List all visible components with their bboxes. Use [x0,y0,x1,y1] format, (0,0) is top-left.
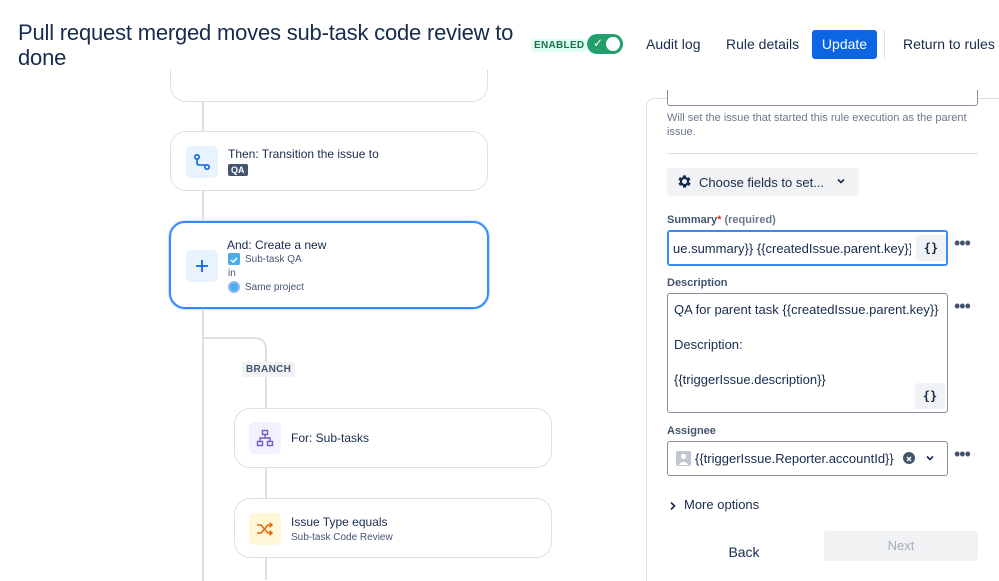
transition-step-card[interactable]: Then: Transition the issue to QA [170,131,488,191]
parent-help-text: Will set the issue that started this rul… [667,112,967,138]
parent-issue-field[interactable] [667,90,978,106]
connector-line [202,102,204,131]
summary-value: ue.summary}} {{createdIssue.parent.key}} [673,241,911,256]
in-text: in [228,268,236,279]
chevron-right-icon [668,499,678,517]
smart-value-button[interactable]: {} [915,383,945,409]
update-button[interactable]: Update [812,30,877,59]
shuffle-icon [249,513,281,545]
description-line: {{triggerIssue.description}} [674,372,826,387]
choose-fields-label: Choose fields to set... [699,175,825,190]
summary-more-actions[interactable]: ••• [954,234,971,252]
condition-value: Sub-task Code Review [291,532,393,543]
enabled-label: ENABLED [531,39,588,52]
chevron-down-icon[interactable] [924,451,936,470]
user-avatar-icon [676,451,691,466]
hierarchy-icon [249,422,281,454]
required-star: * [717,214,722,226]
branch-label: BRANCH [242,362,296,377]
project-avatar-icon [228,281,240,293]
plus-icon [186,250,218,282]
page-title: Pull request merged moves sub-task code … [18,20,514,70]
transition-step-title: Then: Transition the issue to [228,147,379,161]
description-line: Description: [674,337,743,352]
rule-details-button[interactable]: Rule details [726,36,799,52]
summary-label: Summary* (required) [667,214,776,226]
description-line: QA for parent task {{createdIssue.parent… [674,302,939,317]
clear-icon[interactable] [903,452,915,464]
previous-step-card[interactable] [170,70,488,102]
subtask-type-icon [228,253,240,265]
condition-step-card[interactable]: Issue Type equals Sub-task Code Review [234,498,552,558]
back-button[interactable]: Back [712,538,776,566]
summary-input[interactable]: ue.summary}} {{createdIssue.parent.key}}… [667,230,948,266]
audit-log-button[interactable]: Audit log [646,36,700,52]
create-step-title: And: Create a new [227,238,327,252]
more-options-label: More options [684,497,760,512]
description-more-actions[interactable]: ••• [954,297,971,315]
chevron-down-icon [835,174,847,193]
for-subtasks-step-card[interactable]: For: Sub-tasks [234,408,552,468]
required-text: (required) [724,214,776,226]
project-text: Same project [245,282,304,293]
gear-icon [676,173,693,195]
smart-value-button[interactable]: {} [916,235,946,261]
condition-title: Issue Type equals [291,515,388,529]
for-subtasks-title: For: Sub-tasks [291,431,370,445]
next-button[interactable]: Next [824,531,978,561]
summary-label-text: Summary [667,214,718,226]
transition-icon [186,146,218,178]
connector-line [202,191,204,221]
check-icon: ✓ [593,36,604,50]
choose-fields-button[interactable]: Choose fields to set... [667,168,859,196]
issue-type-text: Sub-task QA [245,254,302,265]
status-lozenge: QA [228,164,248,176]
toggle-knob [606,37,620,51]
header-divider [884,30,885,59]
divider [667,153,978,154]
rule-enabled-toggle[interactable]: ✓ [587,34,623,54]
assignee-select[interactable]: {{triggerIssue.Reporter.accountId}} [667,441,948,476]
description-textarea[interactable]: QA for parent task {{createdIssue.parent… [667,293,948,413]
return-to-rules-button[interactable]: Return to rules [903,36,995,52]
assignee-label: Assignee [667,425,716,437]
description-label: Description [667,277,728,289]
assignee-value: {{triggerIssue.Reporter.accountId}} [695,451,894,466]
assignee-more-actions[interactable]: ••• [954,445,971,463]
create-issue-step-card[interactable]: And: Create a new Sub-task QA in Same pr… [169,221,489,309]
